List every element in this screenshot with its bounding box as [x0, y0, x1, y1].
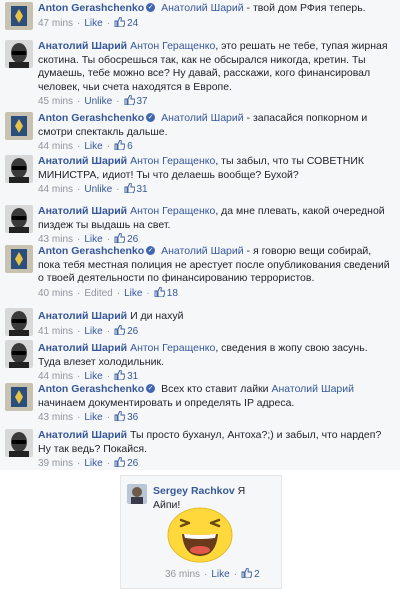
comment-mention[interactable]: Анатолий Шарий — [161, 2, 244, 14]
thumbs-up-icon — [114, 411, 126, 421]
thumbs-up-icon — [114, 140, 126, 150]
comment-author[interactable]: Анатолий Шарий — [38, 155, 127, 167]
comment-mention[interactable]: Антон Геращенко — [130, 342, 215, 354]
comment-text-continued: начинаем документировать и определять IP… — [38, 396, 295, 409]
avatar-anatoliy[interactable] — [5, 155, 33, 183]
comment-meta: 40 mins · Edited · Like · 18 — [38, 286, 178, 299]
comment-time[interactable]: 43 mins — [38, 412, 73, 423]
comment-mention[interactable]: Антон Геращенко — [130, 205, 215, 217]
comment-mention[interactable]: Антон Геращенко — [130, 155, 215, 167]
like-button[interactable]: Like — [84, 141, 102, 152]
avatar-anatoliy[interactable] — [5, 205, 33, 233]
comment-meta: 44 mins · Unlike · 31 — [38, 183, 148, 195]
like-count[interactable]: 6 — [114, 140, 133, 152]
comment-author[interactable]: Анатолий Шарий — [38, 205, 127, 217]
comment-time[interactable]: 36 mins — [165, 569, 200, 580]
verified-icon — [146, 246, 156, 256]
comment-meta: 44 mins · Like · 31 — [38, 370, 139, 382]
thumbs-up-icon — [154, 286, 165, 297]
thumbs-up-icon — [114, 16, 126, 27]
comment-author[interactable]: Sergey Rachkov — [153, 485, 235, 497]
avatar-anton[interactable] — [5, 383, 33, 411]
avatar-anatoliy[interactable] — [5, 40, 33, 68]
comment-time[interactable]: 47 mins — [38, 18, 73, 29]
laughing-smiley-sticker — [167, 507, 233, 563]
like-count[interactable]: 37 — [124, 95, 148, 107]
like-count[interactable]: 31 — [114, 370, 138, 382]
reply-card: Sergey Rachkov Я Айпи! 36 mins · Like · 2 — [120, 475, 282, 589]
thumbs-up-icon — [114, 324, 126, 335]
comment-author[interactable]: Анатолий Шарий — [38, 310, 127, 322]
comment-meta: 41 mins · Like · 26 — [38, 324, 139, 337]
comment-author[interactable]: Anton Gerashchenko — [38, 245, 144, 257]
unlike-button[interactable]: Unlike — [84, 184, 112, 195]
thumbs-up-icon — [241, 568, 253, 578]
like-count[interactable]: 18 — [154, 286, 178, 299]
comment-author[interactable]: Анатолий Шарий — [38, 342, 127, 354]
like-count[interactable]: 26 — [114, 233, 138, 245]
comment-author[interactable]: Anton Gerashchenko — [38, 2, 144, 14]
comment-time[interactable]: 45 mins — [38, 96, 73, 107]
like-button[interactable]: Like — [84, 371, 102, 382]
comment-author[interactable]: Anton Gerashchenko — [38, 112, 144, 124]
like-button[interactable]: Like — [211, 569, 229, 580]
comment-text: И ди нахуй — [130, 310, 184, 322]
comment-time[interactable]: 44 mins — [38, 371, 73, 382]
thumbs-up-icon — [114, 370, 126, 380]
comment-mention[interactable]: Анатолий Шарий — [161, 112, 244, 124]
comment-author[interactable]: Анатолий Шарий — [38, 40, 127, 52]
avatar-anatoliy[interactable] — [5, 340, 33, 368]
unlike-button[interactable]: Unlike — [84, 96, 112, 107]
comment-meta: 45 mins · Unlike · 37 — [38, 95, 148, 107]
like-count[interactable]: 2 — [241, 568, 260, 580]
avatar-sergey[interactable] — [127, 484, 147, 504]
comment-feed: Anton Gerashchenko Анатолий Шарий - твой… — [0, 0, 400, 470]
verified-icon — [146, 3, 156, 13]
like-count[interactable]: 26 — [114, 457, 138, 469]
comment-time[interactable]: 41 mins — [38, 326, 73, 337]
comment-meta: 43 mins · Like · 36 — [38, 411, 139, 423]
like-button[interactable]: Like — [84, 234, 102, 245]
comment-meta: 36 mins · Like · 2 — [165, 568, 260, 580]
like-button[interactable]: Like — [84, 412, 102, 423]
thumbs-up-icon — [124, 95, 135, 105]
avatar-anton[interactable] — [5, 2, 33, 30]
comment-mention[interactable]: Анатолий Шарий — [161, 245, 244, 257]
thumbs-up-icon — [114, 233, 126, 243]
comment-time[interactable]: 43 mins — [38, 234, 73, 245]
comment-author[interactable]: Anton Gerashchenko — [38, 383, 144, 395]
verified-icon — [146, 384, 156, 394]
comment-meta: 47 mins · Like · 24 — [38, 16, 139, 29]
thumbs-up-icon — [124, 183, 135, 193]
comment-mention[interactable]: Антон Геращенко — [130, 40, 215, 52]
comment-text: - твой дом РФия теперь. — [243, 2, 366, 14]
avatar-anatoliy[interactable] — [5, 308, 33, 336]
like-count[interactable]: 24 — [114, 16, 138, 29]
comment-mention[interactable]: Анатолий Шарий — [271, 383, 354, 395]
like-button[interactable]: Like — [84, 18, 102, 29]
comment-time[interactable]: 40 mins — [38, 288, 73, 299]
like-count[interactable]: 31 — [124, 183, 148, 195]
comment-author[interactable]: Анатолий Шарий — [38, 429, 127, 441]
comment-meta: 44 mins · Like · 6 — [38, 140, 133, 152]
edited-label[interactable]: Edited — [84, 288, 112, 299]
avatar-anton[interactable] — [5, 245, 33, 273]
comment-time[interactable]: 44 mins — [38, 184, 73, 195]
avatar-anton[interactable] — [5, 112, 33, 140]
like-count[interactable]: 36 — [114, 411, 138, 423]
comment-time[interactable]: 44 mins — [38, 141, 73, 152]
verified-icon — [146, 113, 156, 123]
comment-time[interactable]: 39 mins — [38, 458, 73, 469]
like-button[interactable]: Like — [84, 326, 102, 337]
comment-text: Всех кто ставит лайки — [161, 383, 272, 395]
comment-meta: 39 mins · Like · 26 — [38, 457, 139, 469]
like-count[interactable]: 26 — [114, 324, 138, 337]
avatar-anatoliy[interactable] — [5, 429, 33, 457]
like-button[interactable]: Like — [84, 458, 102, 469]
like-button[interactable]: Like — [124, 288, 142, 299]
thumbs-up-icon — [114, 457, 126, 467]
